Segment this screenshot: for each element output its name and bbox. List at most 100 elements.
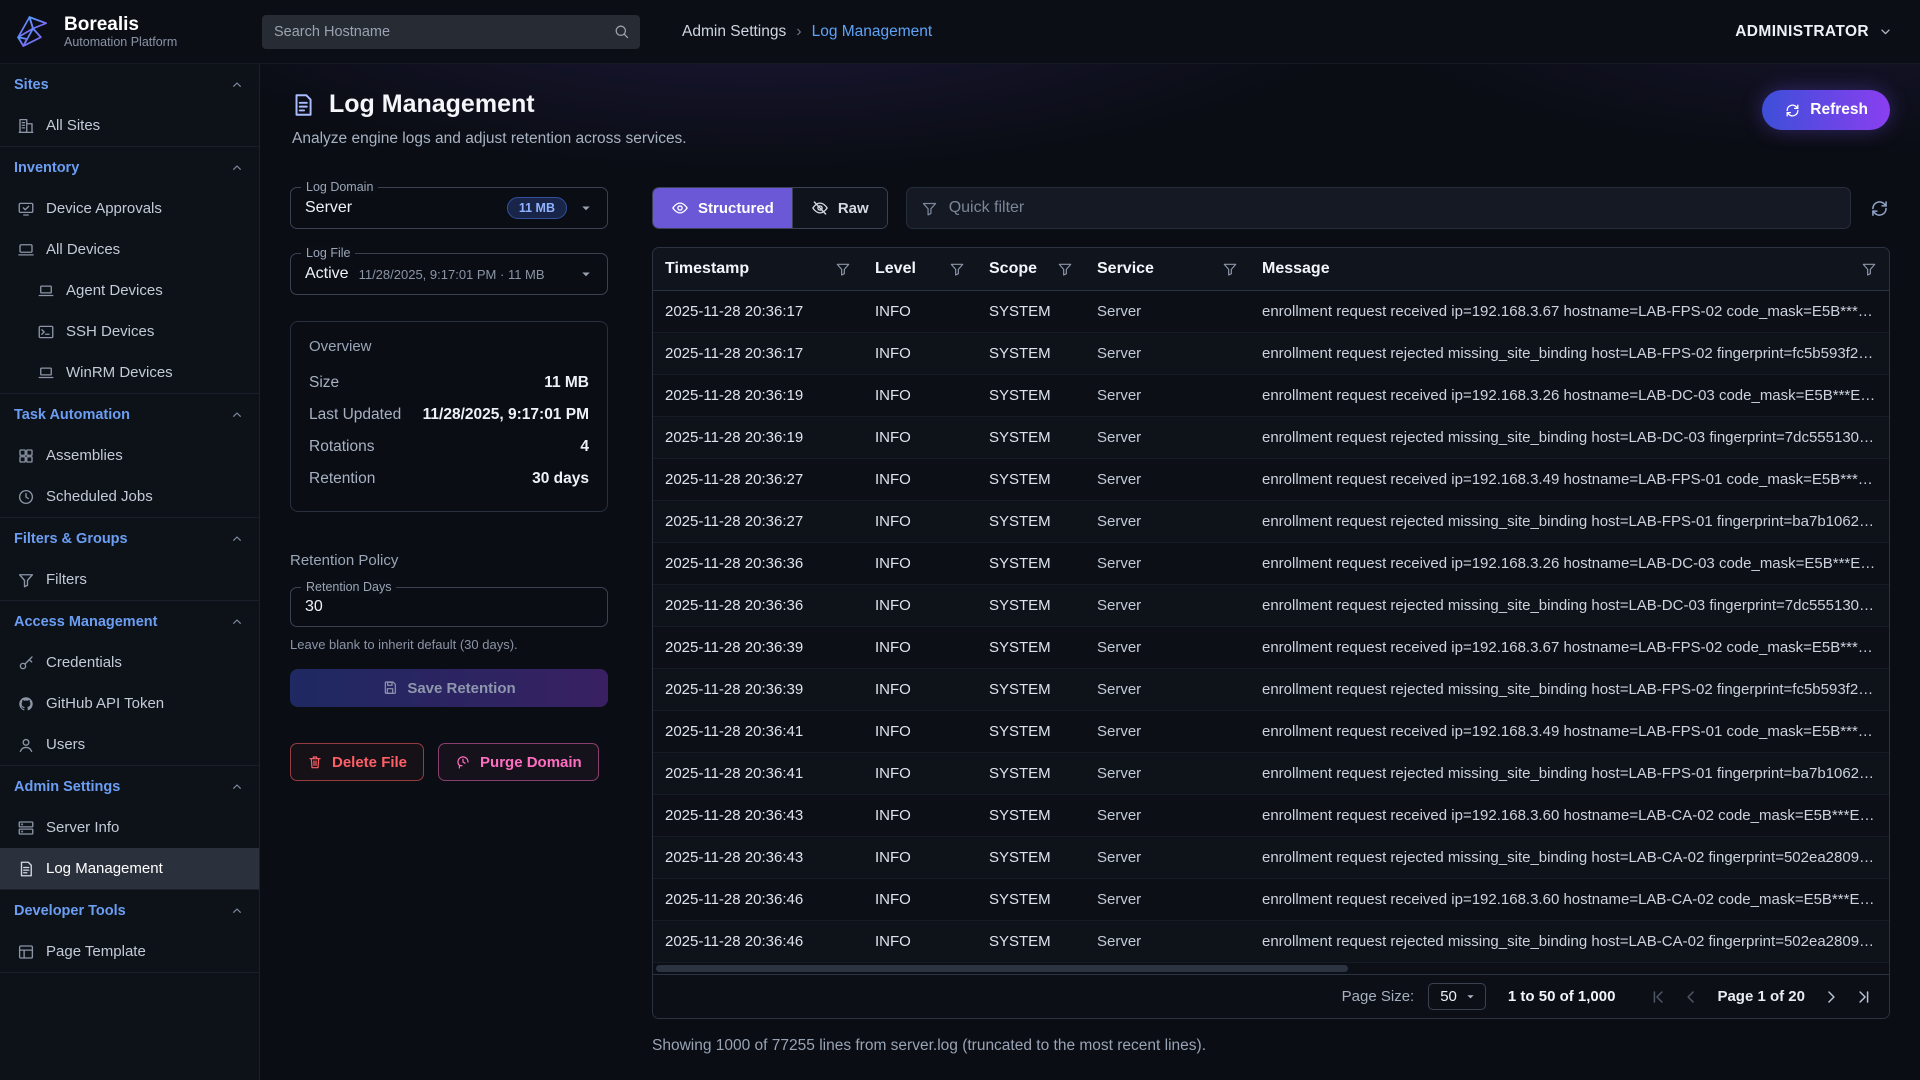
sidebar-item-credentials[interactable]: Credentials (0, 642, 259, 683)
sidebar-item-page-template[interactable]: Page Template (0, 931, 259, 972)
cell-level: INFO (863, 417, 977, 458)
chevron-up-icon (229, 779, 245, 795)
sidebar-item-ssh-devices[interactable]: SSH Devices (0, 311, 259, 352)
table-refresh-icon[interactable] (1869, 198, 1890, 219)
cell-level: INFO (863, 795, 977, 836)
filter-icon[interactable] (835, 261, 851, 277)
sidebar-section-sites[interactable]: Sites (0, 64, 259, 105)
filter-icon[interactable] (949, 261, 965, 277)
sidebar-section-admin-settings[interactable]: Admin Settings (0, 766, 259, 807)
cell-message: enrollment request received ip=192.168.3… (1250, 795, 1889, 836)
cell-message: enrollment request received ip=192.168.3… (1250, 459, 1889, 500)
cell-timestamp: 2025-11-28 20:36:41 (653, 753, 863, 794)
server-icon (17, 819, 35, 837)
grid-icon (17, 447, 35, 465)
cell-timestamp: 2025-11-28 20:36:41 (653, 711, 863, 752)
cell-scope: SYSTEM (977, 921, 1085, 962)
table-row: 2025-11-28 20:36:43INFOSYSTEMServerenrol… (653, 837, 1889, 879)
terminal-icon (37, 323, 55, 341)
sidebar-item-assemblies[interactable]: Assemblies (0, 435, 259, 476)
sidebar-section-filters-groups[interactable]: Filters & Groups (0, 518, 259, 559)
sidebar-item-server-info[interactable]: Server Info (0, 807, 259, 848)
sidebar-item-device-approvals[interactable]: Device Approvals (0, 188, 259, 229)
overview-row-rotations: Rotations 4 (309, 431, 589, 463)
cell-timestamp: 2025-11-28 20:36:19 (653, 417, 863, 458)
scrollbar-thumb[interactable] (656, 965, 1348, 972)
user-icon (17, 736, 35, 754)
horizontal-scrollbar (653, 963, 1889, 974)
table-row: 2025-11-28 20:36:39INFOSYSTEMServerenrol… (653, 669, 1889, 711)
breadcrumb-parent[interactable]: Admin Settings (682, 23, 786, 41)
github-icon (17, 695, 35, 713)
sidebar-item-agent-devices[interactable]: Agent Devices (0, 270, 259, 311)
refresh-button[interactable]: Refresh (1762, 90, 1890, 130)
log-file-select[interactable]: Log File Active 11/28/2025, 9:17:01 PM ·… (290, 253, 608, 295)
cell-service: Server (1085, 879, 1250, 920)
retention-days-field[interactable]: Retention Days (290, 587, 608, 627)
cell-scope: SYSTEM (977, 417, 1085, 458)
table-row: 2025-11-28 20:36:19INFOSYSTEMServerenrol… (653, 417, 1889, 459)
user-menu[interactable]: ADMINISTRATOR (1735, 23, 1894, 41)
sidebar-item-all-sites[interactable]: All Sites (0, 105, 259, 146)
devices-icon (17, 241, 35, 259)
sidebar-item-scheduled-jobs[interactable]: Scheduled Jobs (0, 476, 259, 517)
quick-filter[interactable] (906, 187, 1851, 229)
cell-scope: SYSTEM (977, 375, 1085, 416)
retention-days-label: Retention Days (301, 580, 396, 594)
hostname-search[interactable] (262, 15, 640, 49)
cell-scope: SYSTEM (977, 501, 1085, 542)
log-icon (17, 860, 35, 878)
log-viewer-panel: Structured Raw Timestamp (652, 178, 1890, 1055)
sidebar-item-users[interactable]: Users (0, 724, 259, 765)
toggle-raw[interactable]: Raw (792, 188, 887, 228)
sidebar-section-inventory[interactable]: Inventory (0, 147, 259, 188)
purge-domain-button[interactable]: Purge Domain (438, 743, 599, 781)
sidebar-section-access-management[interactable]: Access Management (0, 601, 259, 642)
sidebar-item-all-devices[interactable]: All Devices (0, 229, 259, 270)
cell-level: INFO (863, 879, 977, 920)
log-icon (290, 92, 316, 118)
retention-days-input[interactable] (305, 598, 595, 616)
chevron-up-icon (229, 77, 245, 93)
cell-timestamp: 2025-11-28 20:36:19 (653, 375, 863, 416)
sidebar-item-filters[interactable]: Filters (0, 559, 259, 600)
log-settings-panel: Log Domain Server 11 MB Log File Active … (290, 178, 608, 1055)
page-size-label: Page Size: (1342, 988, 1415, 1005)
cell-message: enrollment request rejected missing_site… (1250, 585, 1889, 626)
page-size-select[interactable]: 50 (1428, 983, 1486, 1010)
table-row: 2025-11-28 20:36:36INFOSYSTEMServerenrol… (653, 585, 1889, 627)
save-retention-button[interactable]: Save Retention (290, 669, 608, 707)
toggle-structured[interactable]: Structured (653, 188, 792, 228)
sidebar-section-task-automation[interactable]: Task Automation (0, 394, 259, 435)
cell-timestamp: 2025-11-28 20:36:17 (653, 333, 863, 374)
table-row: 2025-11-28 20:36:27INFOSYSTEMServerenrol… (653, 459, 1889, 501)
breadcrumb-current[interactable]: Log Management (812, 23, 933, 41)
log-domain-select[interactable]: Log Domain Server 11 MB (290, 187, 608, 229)
chevron-up-icon (229, 614, 245, 630)
filter-icon[interactable] (1222, 261, 1238, 277)
sidebar-section-developer-tools[interactable]: Developer Tools (0, 890, 259, 931)
filter-icon[interactable] (1057, 261, 1073, 277)
chevron-up-icon (229, 160, 245, 176)
next-page-icon[interactable] (1821, 987, 1841, 1007)
page-subtitle: Analyze engine logs and adjust retention… (292, 130, 687, 148)
previous-page-icon[interactable] (1681, 987, 1701, 1007)
borealis-logo-icon (12, 11, 54, 53)
cell-timestamp: 2025-11-28 20:36:36 (653, 585, 863, 626)
sidebar-item-github-api-token[interactable]: GitHub API Token (0, 683, 259, 724)
last-page-icon[interactable] (1853, 987, 1873, 1007)
sidebar-item-winrm-devices[interactable]: WinRM Devices (0, 352, 259, 393)
sidebar-item-log-management[interactable]: Log Management (0, 848, 259, 889)
first-page-icon[interactable] (1649, 987, 1669, 1007)
main-content: Log Management Analyze engine logs and a… (260, 64, 1920, 1080)
table-row: 2025-11-28 20:36:17INFOSYSTEMServerenrol… (653, 333, 1889, 375)
cell-service: Server (1085, 417, 1250, 458)
brand: Borealis Automation Platform (0, 11, 260, 53)
cell-scope: SYSTEM (977, 543, 1085, 584)
quick-filter-input[interactable] (949, 199, 1836, 217)
table-row: 2025-11-28 20:36:41INFOSYSTEMServerenrol… (653, 753, 1889, 795)
sidebar-nav: SitesAll SitesInventoryDevice ApprovalsA… (0, 64, 259, 973)
filter-icon[interactable] (1861, 261, 1877, 277)
search-input[interactable] (274, 24, 613, 40)
delete-file-button[interactable]: Delete File (290, 743, 424, 781)
